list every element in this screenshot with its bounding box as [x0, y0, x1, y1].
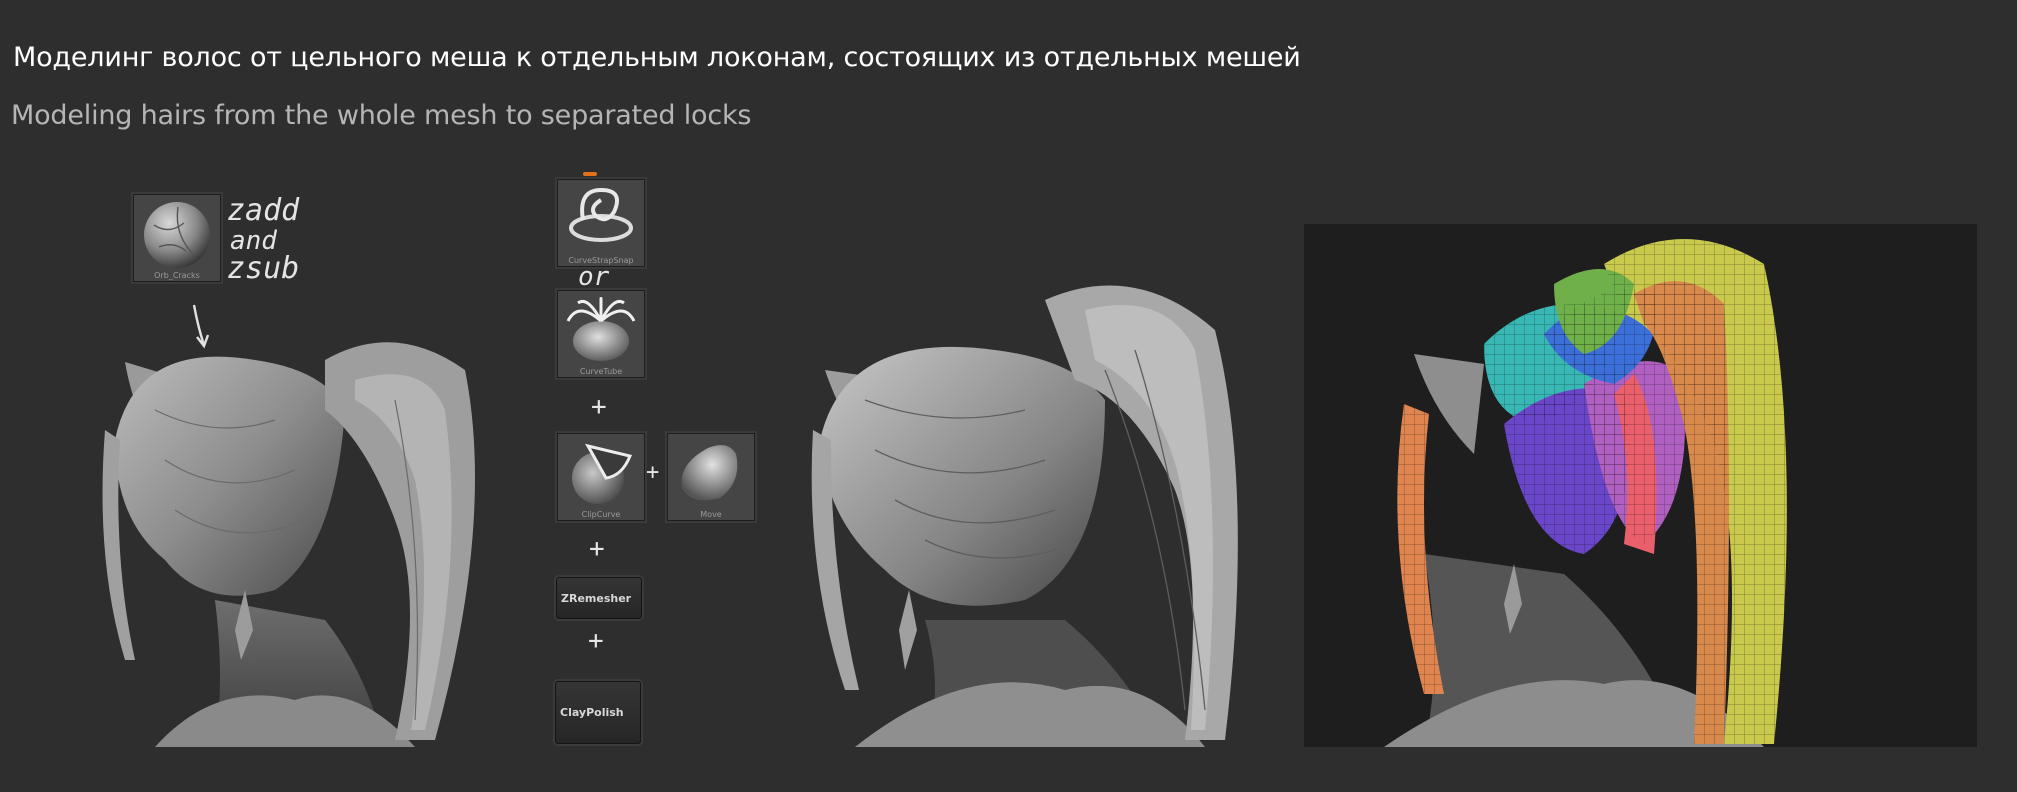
orb-cracks-sphere-icon	[144, 202, 210, 268]
plus-sign: +	[591, 392, 607, 422]
plus-sign: +	[588, 626, 604, 656]
brush-orb-cracks-tile[interactable]: Orb_Cracks	[133, 194, 221, 282]
sculpt-render-left	[95, 300, 495, 747]
note-zsub: zsub	[227, 251, 300, 286]
brush-move-tile[interactable]: Move	[667, 433, 755, 521]
polygroup-render-right	[1304, 224, 1977, 747]
plus-sign: +	[589, 534, 605, 564]
brush-curve-tube-tile[interactable]: CurveTube	[557, 290, 645, 378]
brush-label: Orb_Cracks	[154, 271, 200, 280]
claypolish-button[interactable]: ClayPolish	[555, 681, 641, 744]
curve-strap-snap-icon	[569, 187, 633, 242]
brush-curve-strap-snap-tile[interactable]: CurveStrapSnap	[557, 179, 645, 267]
note-or: or	[578, 262, 610, 292]
clip-curve-icon	[572, 443, 633, 504]
brush-label: ClipCurve	[581, 510, 621, 519]
plus-sign: +	[646, 460, 660, 485]
zremesher-button[interactable]: ZRemesher	[556, 577, 642, 619]
title-english: Modeling hairs from the whole mesh to se…	[11, 100, 752, 131]
sculpt-render-middle	[805, 270, 1275, 747]
note-zadd: zadd	[227, 193, 300, 228]
brush-label: Move	[700, 510, 722, 519]
curve-tube-icon	[566, 296, 636, 361]
brush-label: CurveTube	[579, 367, 623, 376]
brush-clip-curve-tile[interactable]: ClipCurve	[557, 433, 645, 521]
active-indicator	[583, 172, 597, 176]
title-russian: Моделинг волос от цельного меша к отдель…	[13, 42, 1301, 73]
move-brush-icon	[681, 445, 738, 501]
